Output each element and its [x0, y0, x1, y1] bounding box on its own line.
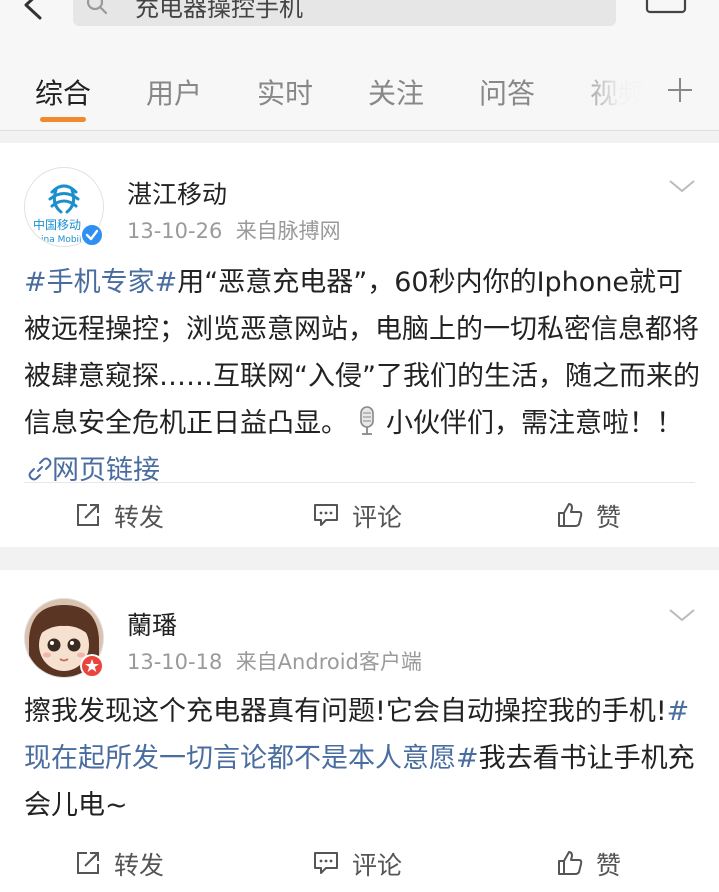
post-source: 来自Android客户端	[235, 650, 422, 674]
repost-label: 转发	[114, 851, 165, 880]
post-meta: 13-10-18 来自Android客户端	[127, 646, 422, 676]
divider	[24, 482, 695, 483]
active-tab-indicator	[40, 117, 86, 122]
top-bar: 充电器操控手机	[0, 0, 719, 46]
back-icon[interactable]	[18, 0, 48, 20]
like-icon	[558, 851, 583, 875]
tab-bar: 综合 用户 实时 关注 问答 视频	[0, 46, 719, 131]
post-card[interactable]: 蘭璠 13-10-18 来自Android客户端 擦我发现这个充电器真有问题!它…	[0, 570, 719, 892]
comment-label: 评论	[352, 503, 403, 532]
post-content: #手机专家#用“恶意充电器”，60秒内你的Iphone就可被远程操控；浏览恶意网…	[24, 259, 700, 494]
comment-icon	[314, 504, 338, 526]
search-query: 充电器操控手机	[135, 0, 303, 22]
tab-overall[interactable]: 综合	[35, 72, 91, 112]
microphone-icon	[360, 406, 374, 435]
svg-text:中国移动: 中国移动	[33, 217, 81, 232]
verified-icon	[80, 654, 104, 678]
verified-icon	[80, 223, 104, 247]
tab-qa[interactable]: 问答	[479, 72, 535, 112]
tab-fade	[575, 46, 650, 130]
post-meta: 13-10-26 来自脉搏网	[127, 215, 341, 245]
search-icon	[86, 0, 108, 15]
tab-following[interactable]: 关注	[368, 72, 424, 112]
svg-text:China Mobile: China Mobile	[29, 235, 88, 245]
post-date: 13-10-26	[127, 219, 223, 243]
hashtag-link[interactable]: #手机专家#	[24, 267, 177, 298]
username[interactable]: 蘭璠	[127, 606, 177, 642]
like-label: 赞	[596, 503, 622, 532]
repost-icon	[77, 504, 99, 526]
repost-label: 转发	[114, 503, 165, 532]
chevron-down-icon[interactable]	[668, 177, 696, 195]
comment-label: 评论	[352, 851, 403, 880]
like-icon	[558, 503, 583, 527]
repost-icon	[77, 852, 99, 874]
username[interactable]: 湛江移动	[127, 175, 227, 211]
post-date: 13-10-18	[127, 650, 223, 674]
plus-icon[interactable]	[666, 76, 694, 104]
post-card[interactable]: 中国移动 China Mobile 湛江移动 13-10-26 来自脉搏网 #手…	[0, 143, 719, 547]
post-text-body: 擦我发现这个充电器真有问题!它会自动操控我的手机!	[24, 696, 667, 727]
search-input[interactable]: 充电器操控手机	[73, 0, 616, 26]
post-content: 擦我发现这个充电器真有问题!它会自动操控我的手机!#现在起所发一切言论都不是本人…	[24, 688, 700, 829]
post-text-tail: 小伙伴们，需注意啦！！	[386, 408, 683, 439]
compose-icon[interactable]	[645, 0, 687, 14]
post-source: 来自脉搏网	[235, 219, 341, 243]
comment-icon	[314, 852, 338, 874]
like-label: 赞	[596, 851, 622, 880]
tab-users[interactable]: 用户	[146, 72, 202, 112]
tab-realtime[interactable]: 实时	[257, 72, 313, 112]
chevron-down-icon[interactable]	[668, 606, 696, 624]
link-icon[interactable]	[28, 457, 52, 481]
